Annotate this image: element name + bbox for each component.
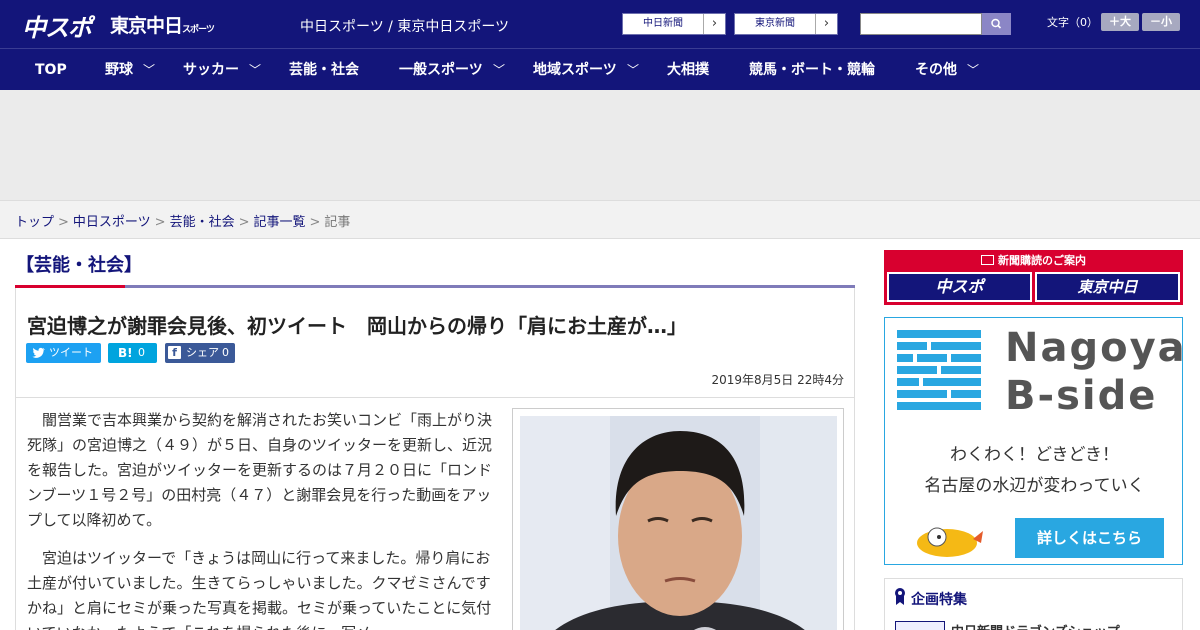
- newspaper-icon: [981, 255, 994, 265]
- nagoya-bside-banner[interactable]: Nagoya B-side わくわく！どきどき！ 名古屋の水辺が変わっていく 詳…: [884, 317, 1185, 565]
- subscribe-tokyo-chunichi-button[interactable]: 東京中日: [1035, 272, 1180, 302]
- nav-item-general-sports[interactable]: 一般スポーツ ﹀: [399, 49, 505, 91]
- nav-label: 競馬・ボート・競輪: [749, 62, 875, 78]
- banner-tagline: わくわく！どきどき！: [950, 445, 1119, 465]
- tokyo-shimbun-link[interactable]: 東京新聞 ›: [734, 13, 838, 35]
- chevron-down-icon: ﹀: [967, 63, 980, 77]
- search-icon: [991, 18, 1002, 29]
- banner-title: Nagoya B-side: [1005, 324, 1187, 420]
- article-header: 宮迫博之が謝罪会見後、初ツイート 岡山からの帰り「肩にお土産が…」 ツイート B…: [15, 288, 855, 398]
- nav-label: 地域スポーツ: [533, 62, 617, 78]
- ad-placeholder: [0, 90, 1200, 200]
- brick-wall-icon: [897, 330, 981, 410]
- text-size-up-button[interactable]: ＋大: [1101, 13, 1139, 31]
- chevron-right-icon: ›: [815, 14, 837, 34]
- nav-item-top[interactable]: TOP: [35, 49, 67, 91]
- article-photo-frame: [512, 408, 844, 630]
- subscribe-tokyo-label: 東京中日: [1037, 274, 1178, 300]
- chunichi-shimbun-link[interactable]: 中日新聞 ›: [622, 13, 726, 35]
- subscribe-chuspo-button[interactable]: 中スポ: [887, 272, 1032, 302]
- site-name-link[interactable]: 中日スポーツ / 東京中日スポーツ: [300, 16, 509, 36]
- nav-item-entertainment[interactable]: 芸能・社会: [289, 49, 359, 91]
- breadcrumb-separator: >: [309, 215, 321, 230]
- article-text: 闇営業で吉本興業から契約を解消されたお笑いコンビ「雨上がり決死隊」の宮迫博之（４…: [27, 408, 493, 630]
- tokyo-logo-small: スポーツ: [182, 25, 215, 35]
- chevron-down-icon: ﹀: [627, 63, 640, 77]
- article-body: 闇営業で吉本興業から契約を解消されたお笑いコンビ「雨上がり決死隊」の宮迫博之（４…: [15, 398, 855, 630]
- nav-label: TOP: [35, 62, 67, 78]
- chevron-down-icon: ﹀: [493, 63, 506, 77]
- breadcrumb-separator: >: [58, 215, 69, 230]
- chuspo-logo[interactable]: 中スポ: [22, 8, 92, 43]
- banner-tagline: 名古屋の水辺が変わっていく: [924, 476, 1145, 496]
- twitter-bird-icon: [32, 347, 45, 358]
- article-paragraph: 宮迫はツイッターで「きょうは岡山に行って来ました。帰り肩にお土産が付いていました…: [27, 549, 492, 630]
- paper-link-label: 東京新聞: [755, 18, 795, 29]
- facebook-share-label: シェア: [186, 346, 219, 359]
- hatena-icon: B!: [118, 346, 133, 360]
- hatena-bookmark-button[interactable]: B! 0: [108, 343, 157, 363]
- facebook-count: 0: [222, 346, 229, 359]
- banner-title-line2: B-side: [1005, 373, 1158, 419]
- subscription-title: 新聞購読のご案内: [884, 252, 1183, 268]
- tweet-button[interactable]: ツイート: [26, 343, 101, 363]
- search-button[interactable]: [982, 13, 1011, 35]
- nav-item-soccer[interactable]: サッカー ﹀: [183, 49, 261, 91]
- nav-label: 芸能・社会: [289, 62, 359, 78]
- article-headline: 宮迫博之が謝罪会見後、初ツイート 岡山からの帰り「肩にお土産が…」: [27, 314, 687, 338]
- chevron-right-icon: ›: [703, 14, 725, 34]
- nav-item-sumo[interactable]: 大相撲: [667, 49, 709, 91]
- article-paragraph: 闇営業で吉本興業から契約を解消されたお笑いコンビ「雨上がり決死隊」の宮迫博之（４…: [27, 411, 493, 529]
- feature-box: 企画特集 中日新聞ドラゴンズショップ: [884, 578, 1183, 630]
- tweet-label: ツイート: [49, 346, 93, 359]
- breadcrumb-link-chunichi-sports[interactable]: 中日スポーツ: [73, 215, 151, 230]
- subscription-title-text: 新聞購読のご案内: [998, 254, 1086, 267]
- hatena-count: 0: [138, 346, 145, 359]
- ribbon-icon: [895, 588, 905, 605]
- banner-title-line1: Nagoya: [1005, 325, 1187, 371]
- text-size-label: 文字（0）: [1047, 16, 1098, 29]
- feature-item-dragons-shop[interactable]: 中日新聞ドラゴンズショップ: [951, 621, 1120, 630]
- paper-link-label: 中日新聞: [643, 18, 683, 29]
- fried-shrimp-mascot-icon: [917, 527, 983, 557]
- breadcrumb-separator: >: [238, 215, 250, 230]
- nav-label: サッカー: [183, 62, 239, 78]
- breadcrumb-link-top[interactable]: トップ: [15, 215, 54, 230]
- category-heading: 【芸能・社会】: [16, 255, 142, 276]
- subscribe-chuspo-label: 中スポ: [889, 274, 1030, 300]
- search-input[interactable]: [860, 13, 982, 35]
- breadcrumb-link-entertainment[interactable]: 芸能・社会: [170, 215, 235, 230]
- tokyo-logo-text: 東京中日: [110, 15, 183, 37]
- article-photo[interactable]: [520, 416, 837, 630]
- text-size-down-button[interactable]: －小: [1142, 13, 1180, 31]
- banner-details-button[interactable]: 詳しくはこちら: [1015, 518, 1164, 558]
- header-bar: 中スポ 東京中日スポーツ 中日スポーツ / 東京中日スポーツ 中日新聞 › 東京…: [0, 0, 1200, 48]
- breadcrumb-link-article-list[interactable]: 記事一覧: [254, 215, 306, 230]
- chevron-down-icon: ﹀: [143, 63, 156, 77]
- nav-label: 野球: [105, 62, 133, 78]
- nav-item-baseball[interactable]: 野球 ﹀: [105, 49, 155, 91]
- tokyo-chunichi-logo[interactable]: 東京中日スポーツ: [110, 11, 215, 38]
- main-nav: TOP 野球 ﹀ サッカー ﹀ 芸能・社会 一般スポーツ ﹀ 地域スポーツ ﹀ 大相撲 …: [0, 48, 1200, 90]
- breadcrumb-bar: トップ > 中日スポーツ > 芸能・社会 > 記事一覧 > 記事: [0, 200, 1200, 239]
- breadcrumb: トップ > 中日スポーツ > 芸能・社会 > 記事一覧 > 記事: [15, 211, 350, 230]
- chevron-down-icon: ﹀: [249, 63, 262, 77]
- breadcrumb-current: 記事: [324, 215, 351, 230]
- subscription-box: 新聞購読のご案内 中スポ 東京中日: [884, 250, 1183, 305]
- nav-label: その他: [915, 62, 957, 78]
- facebook-share-button[interactable]: f シェア 0: [165, 343, 235, 363]
- feature-title: 企画特集: [911, 592, 967, 608]
- nav-item-other[interactable]: その他 ﹀: [915, 49, 979, 91]
- nav-label: 一般スポーツ: [399, 62, 483, 78]
- nav-item-racing[interactable]: 競馬・ボート・競輪: [749, 49, 875, 91]
- breadcrumb-separator: >: [154, 215, 166, 230]
- dragons-shop-thumbnail[interactable]: [895, 621, 945, 630]
- nav-item-local-sports[interactable]: 地域スポーツ ﹀: [533, 49, 639, 91]
- facebook-icon: f: [168, 346, 181, 359]
- nav-label: 大相撲: [667, 62, 709, 78]
- portrait-photo-image: [520, 416, 837, 630]
- article-date: 2019年8月5日 22時4分: [711, 373, 844, 387]
